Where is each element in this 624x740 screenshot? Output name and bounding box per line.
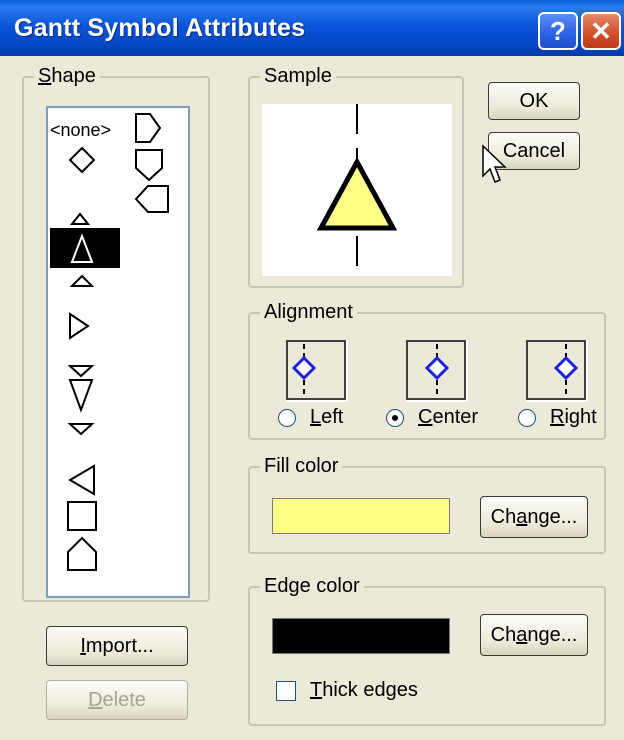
- sample-group-legend: Sample: [260, 64, 336, 88]
- fill-color-swatch: [272, 498, 450, 534]
- help-button[interactable]: ?: [538, 12, 578, 50]
- shape-triangle-down-b: [68, 379, 94, 413]
- shape-diamond: [68, 146, 96, 174]
- shape-small-up-triangle: [69, 212, 91, 225]
- shape-group-legend: Shape: [34, 64, 100, 88]
- align-left-label[interactable]: Left: [310, 406, 343, 429]
- fill-color-legend: Fill color: [260, 454, 343, 478]
- sample-preview: [262, 104, 452, 276]
- delete-button[interactable]: Delete: [46, 680, 188, 720]
- align-center-label[interactable]: Center: [418, 406, 478, 429]
- close-icon: ✕: [590, 15, 612, 46]
- align-center-radio[interactable]: [386, 409, 404, 427]
- title-bar: Gantt Symbol Attributes ? ✕: [0, 0, 624, 56]
- shape-house: [67, 536, 97, 571]
- shape-pentagon-down: [135, 149, 163, 182]
- shape-pentagon-left: [134, 185, 169, 213]
- edge-color-swatch: [272, 618, 450, 654]
- help-icon: ?: [550, 15, 566, 46]
- thick-edges-label[interactable]: Thick edges: [310, 679, 418, 702]
- close-button[interactable]: ✕: [581, 12, 621, 50]
- align-left-icon: [286, 340, 348, 402]
- edge-change-button[interactable]: Ch a nge...: [480, 614, 588, 656]
- align-right-label[interactable]: Right: [550, 406, 597, 429]
- alignment-group-legend: Alignment: [260, 300, 357, 324]
- thick-edges-checkbox[interactable]: [276, 681, 296, 701]
- edge-color-group: Edge color: [248, 574, 606, 726]
- align-right-radio[interactable]: [518, 409, 536, 427]
- shape-pentagon-right: [135, 113, 162, 143]
- import-button[interactable]: Import...: [46, 626, 188, 666]
- shape-triangle-down-a: [67, 365, 95, 378]
- shape-square: [67, 501, 97, 531]
- fill-change-button[interactable]: Ch a nge...: [480, 496, 588, 538]
- shape-triangle-down-c: [67, 423, 95, 436]
- edge-color-legend: Edge color: [260, 574, 364, 598]
- shape-triangle-right: [69, 312, 90, 340]
- align-center-icon: [406, 340, 468, 402]
- shape-list[interactable]: <none>: [46, 106, 190, 598]
- shape-triangle-left: [68, 464, 95, 496]
- window-title: Gantt Symbol Attributes: [14, 14, 306, 42]
- align-left-radio[interactable]: [278, 409, 296, 427]
- mouse-cursor-icon: [482, 144, 507, 183]
- shape-triangle-small: [69, 274, 95, 287]
- align-right-icon: [526, 340, 588, 402]
- ok-button[interactable]: OK: [488, 82, 580, 120]
